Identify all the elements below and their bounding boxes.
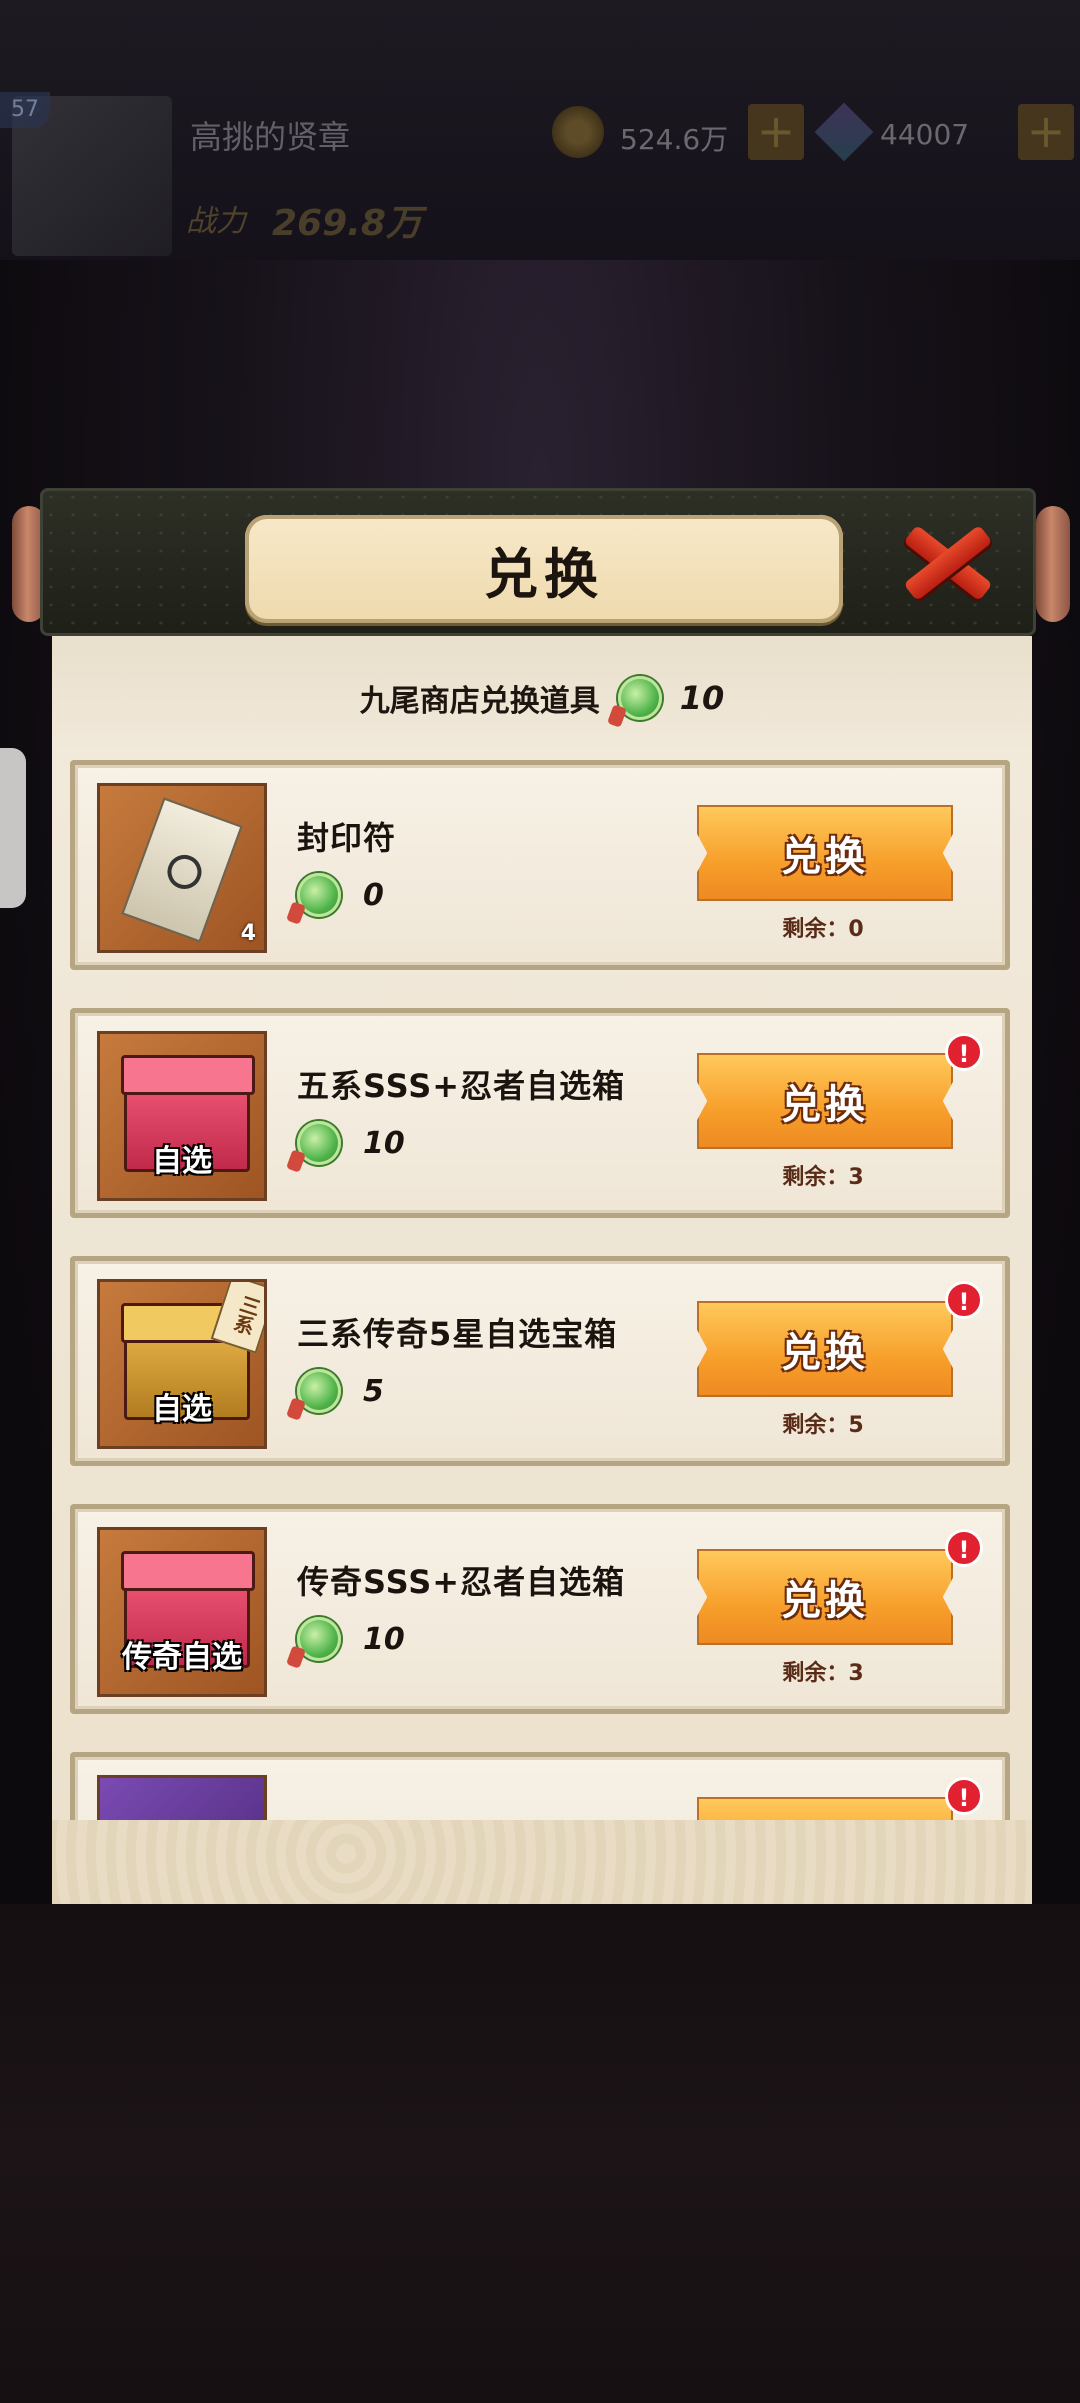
item-thumbnail[interactable]: 自选 — [97, 1031, 267, 1201]
player-level-badge: 57 — [0, 92, 50, 128]
close-icon[interactable] — [892, 512, 1002, 610]
cost-value: 5 — [363, 1373, 384, 1409]
item-cost: 0 — [297, 873, 384, 917]
add-gems-button[interactable]: + — [1018, 104, 1074, 160]
thumb-tag: 自选 — [152, 1144, 212, 1179]
seal-talisman-icon — [121, 797, 243, 943]
remaining-count: 剩余：3 — [782, 1165, 864, 1190]
coin-amount: 524.6万 — [620, 123, 729, 156]
item-thumbnail[interactable] — [97, 1775, 267, 1820]
item-name: 传奇SSS+忍者自选箱 — [297, 1563, 626, 1601]
currency-bar: 九尾商店兑换道具 10 — [52, 676, 1032, 720]
alert-badge: ! — [945, 1281, 983, 1319]
item-cost: 10 — [297, 1121, 405, 1165]
alert-badge: ! — [945, 1033, 983, 1071]
exchange-button[interactable]: 兑换 — [697, 1053, 953, 1149]
gem-amount: 44007 — [880, 118, 970, 151]
exchange-button-label: 兑换 — [781, 834, 869, 880]
cost-value: 10 — [363, 1621, 405, 1657]
dialog-title: 兑换 — [484, 542, 604, 606]
remaining-count: 剩余：3 — [782, 1661, 864, 1686]
item-cost: 10 — [297, 1617, 405, 1661]
remaining-count: 剩余：0 — [782, 917, 864, 942]
exchange-button-label: 兑换 — [781, 1330, 869, 1376]
item-name: 封印符 — [297, 819, 397, 857]
thumb-tag: 传奇自选 — [122, 1640, 242, 1675]
power-value: 269.8万 — [272, 203, 422, 244]
exchange-button[interactable]: 兑换 — [697, 1301, 953, 1397]
list-item: 自选 五系SSS+忍者自选箱 10 兑换 剩余：3 ! — [70, 1008, 1010, 1218]
currency-label: 九尾商店兑换道具 — [359, 684, 600, 719]
item-name: 三系传奇5星自选宝箱 — [297, 1315, 618, 1353]
currency-amount: 10 — [679, 679, 725, 717]
jade-token-icon — [297, 1617, 341, 1661]
cost-value: 0 — [363, 877, 384, 913]
exchange-panel: 九尾商店兑换道具 10 4 封印符 0 兑换 剩余：0 自选 五系SSS+忍者自… — [52, 636, 1032, 1820]
jade-token-icon — [297, 1121, 341, 1165]
cost-value: 10 — [363, 1125, 405, 1161]
player-name: 高挑的贤章 — [190, 118, 351, 156]
add-coins-button[interactable]: + — [748, 104, 804, 160]
coin-icon — [552, 106, 604, 158]
item-cost: 5 — [297, 1369, 384, 1413]
item-thumbnail[interactable]: 4 — [97, 783, 267, 953]
alert-badge: ! — [945, 1777, 983, 1815]
list-item: 三系 自选 三系传奇5星自选宝箱 5 兑换 剩余：5 ! — [70, 1256, 1010, 1466]
list-item: 传奇自选 传奇SSS+忍者自选箱 10 兑换 剩余：3 ! — [70, 1504, 1010, 1714]
panel-bottom-trim — [52, 1820, 1032, 1904]
thumb-tag: 自选 — [152, 1392, 212, 1427]
exchange-button[interactable] — [697, 1797, 953, 1820]
item-count: 4 — [240, 921, 256, 946]
jade-token-icon — [617, 676, 662, 720]
background-scene-bottom — [0, 1904, 1080, 2403]
exchange-button[interactable]: 兑换 — [697, 1549, 953, 1645]
jade-token-icon — [297, 1369, 341, 1413]
scroll-roll-right — [1036, 506, 1070, 622]
alert-badge: ! — [945, 1529, 983, 1567]
exchange-button[interactable]: 兑换 — [697, 805, 953, 901]
side-drawer-tab[interactable] — [0, 748, 26, 908]
list-item: 4 封印符 0 兑换 剩余：0 — [70, 760, 1010, 970]
power-label: 战力 — [186, 204, 246, 239]
exchange-button-label: 兑换 — [781, 1578, 869, 1624]
item-thumbnail[interactable]: 传奇自选 — [97, 1527, 267, 1697]
remaining-count: 剩余：5 — [782, 1413, 864, 1438]
dialog-title-plate: 兑换 — [245, 515, 843, 623]
item-name: 五系SSS+忍者自选箱 — [297, 1067, 626, 1105]
item-thumbnail[interactable]: 三系 自选 — [97, 1279, 267, 1449]
list-item: ! — [70, 1752, 1010, 1820]
exchange-button-label: 兑换 — [781, 1082, 869, 1128]
jade-token-icon — [297, 873, 341, 917]
